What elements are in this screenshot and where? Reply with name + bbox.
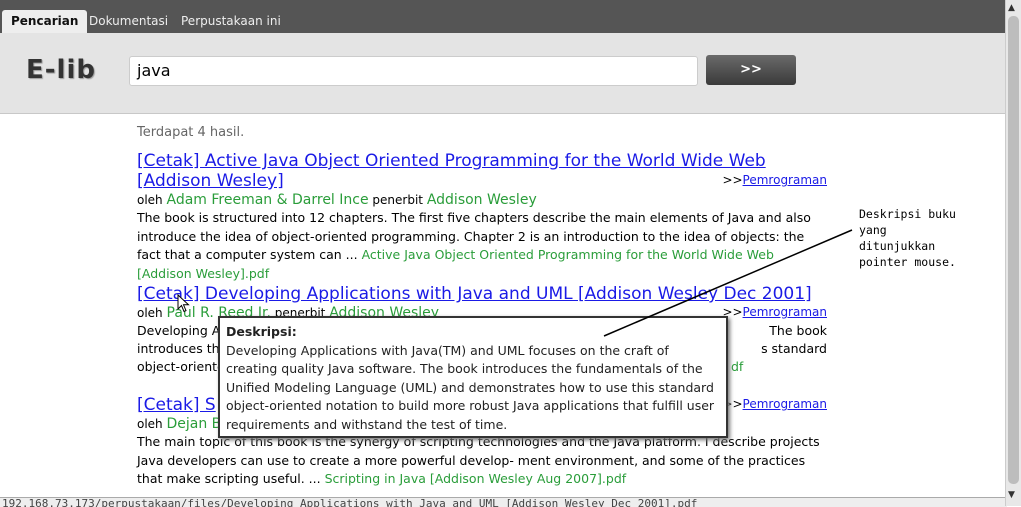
mouse-pointer-icon xyxy=(177,294,190,313)
vertical-scrollbar[interactable]: ▲ ▼ xyxy=(1005,0,1021,506)
scroll-up-icon[interactable]: ▲ xyxy=(1008,3,1015,13)
annotation-note: Deskripsi buku yang ditunjukkan pointer … xyxy=(859,207,956,269)
scroll-thumb[interactable] xyxy=(1008,16,1019,484)
scroll-down-icon[interactable]: ▼ xyxy=(1008,490,1015,500)
annotation-arrow xyxy=(603,229,853,337)
